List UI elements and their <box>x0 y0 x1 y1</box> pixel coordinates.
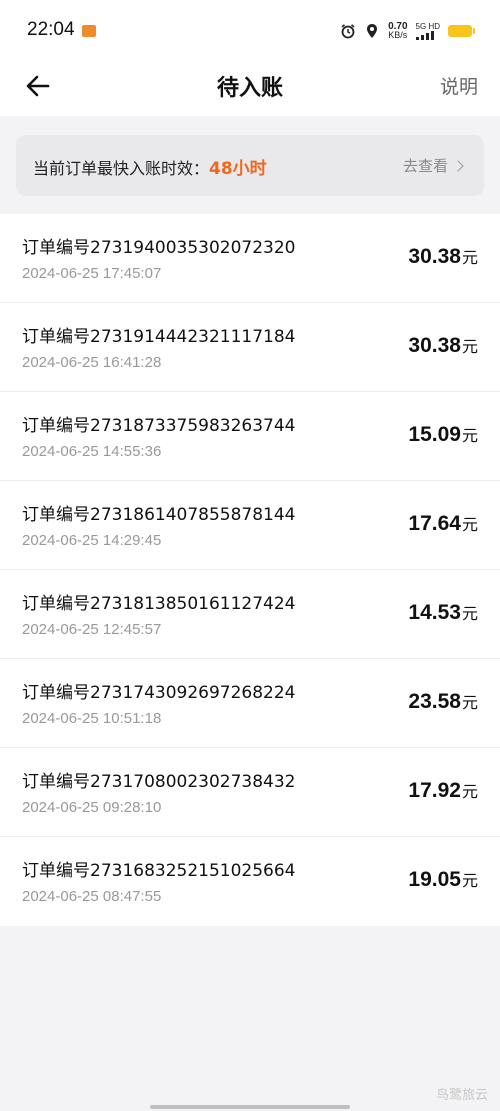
order-number: 订单编号2731743092697268224 <box>22 683 296 703</box>
amount-unit: 元 <box>461 873 478 890</box>
order-row[interactable]: 订单编号2731940035302072320 2024-06-25 17:45… <box>0 214 500 303</box>
signal-indicator: 5G HD <box>415 21 440 40</box>
battery-icon <box>448 25 475 37</box>
status-bar: 22:04 0.70 KB/s 5G HD <box>0 0 500 60</box>
amount-unit: 元 <box>461 695 478 712</box>
order-number: 订单编号2731813850161127424 <box>22 594 296 614</box>
order-time: 2024-06-25 14:55:36 <box>22 443 162 460</box>
amount-value: 23.58 <box>408 690 461 713</box>
network-speed: 0.70 KB/s <box>388 22 407 40</box>
location-icon <box>367 24 378 38</box>
order-amount: 14.53元 <box>408 600 478 625</box>
amount-unit: 元 <box>461 606 478 623</box>
amount-unit: 元 <box>461 250 478 267</box>
order-time: 2024-06-25 16:41:28 <box>22 354 162 371</box>
amount-value: 19.05 <box>408 868 461 891</box>
order-time: 2024-06-25 10:51:18 <box>22 710 162 727</box>
order-row[interactable]: 订单编号2731708002302738432 2024-06-25 09:28… <box>0 748 500 837</box>
order-amount: 30.38元 <box>408 333 478 358</box>
page-title: 待入账 <box>216 76 283 101</box>
order-amount: 17.64元 <box>408 511 478 536</box>
status-indicators: 0.70 KB/s 5G HD <box>340 20 475 42</box>
amount-unit: 元 <box>461 428 478 445</box>
notice-text: 当前订单最快入账时效：48小时 <box>33 154 267 179</box>
signal-label: 5G HD <box>415 21 440 31</box>
view-details-link[interactable]: 去查看 <box>402 155 464 176</box>
order-time: 2024-06-25 08:47:55 <box>22 888 162 905</box>
amount-value: 15.09 <box>408 423 461 446</box>
help-link[interactable]: 说明 <box>440 72 478 99</box>
home-indicator[interactable] <box>150 1105 350 1109</box>
status-time: 22:04 <box>27 19 75 40</box>
order-number: 订单编号2731708002302738432 <box>22 772 296 792</box>
order-list: 订单编号2731940035302072320 2024-06-25 17:45… <box>0 214 500 926</box>
order-time: 2024-06-25 14:29:45 <box>22 532 162 549</box>
order-time: 2024-06-25 17:45:07 <box>22 265 162 282</box>
view-details-label: 去查看 <box>402 157 448 175</box>
chevron-right-icon <box>452 160 464 172</box>
order-amount: 23.58元 <box>408 689 478 714</box>
order-number: 订单编号2731940035302072320 <box>22 238 296 258</box>
amount-unit: 元 <box>461 339 478 356</box>
settlement-notice: 当前订单最快入账时效：48小时 去查看 <box>16 135 484 196</box>
order-number: 订单编号2731861407855878144 <box>22 505 296 525</box>
order-time: 2024-06-25 12:45:57 <box>22 621 162 638</box>
amount-unit: 元 <box>461 517 478 534</box>
order-time: 2024-06-25 09:28:10 <box>22 799 162 816</box>
order-number: 订单编号2731683252151025664 <box>22 861 296 881</box>
order-row[interactable]: 订单编号2731873375983263744 2024-06-25 14:55… <box>0 392 500 481</box>
alarm-icon <box>341 24 355 39</box>
order-row[interactable]: 订单编号2731861407855878144 2024-06-25 14:29… <box>0 481 500 570</box>
notice-value: 48小时 <box>209 159 267 179</box>
amount-unit: 元 <box>461 784 478 801</box>
watermark: 鸟鹭旅云 <box>435 1088 488 1103</box>
amount-value: 30.38 <box>408 334 461 357</box>
amount-value: 14.53 <box>408 601 461 624</box>
amount-value: 17.64 <box>408 512 461 535</box>
order-row[interactable]: 订单编号2731914442321117184 2024-06-25 16:41… <box>0 303 500 392</box>
order-number: 订单编号2731873375983263744 <box>22 416 296 436</box>
order-amount: 15.09元 <box>408 422 478 447</box>
order-row[interactable]: 订单编号2731683252151025664 2024-06-25 08:47… <box>0 837 500 926</box>
signal-bars-icon <box>415 30 434 40</box>
app-notification-icon <box>82 25 96 37</box>
order-row[interactable]: 订单编号2731813850161127424 2024-06-25 12:45… <box>0 570 500 659</box>
order-amount: 30.38元 <box>408 244 478 269</box>
amount-value: 17.92 <box>408 779 461 802</box>
notice-label: 当前订单最快入账时效： <box>33 159 210 178</box>
order-amount: 19.05元 <box>408 867 478 892</box>
order-row[interactable]: 订单编号2731743092697268224 2024-06-25 10:51… <box>0 659 500 748</box>
network-speed-unit: KB/s <box>388 30 408 40</box>
order-amount: 17.92元 <box>408 778 478 803</box>
nav-bar: 待入账 说明 <box>0 60 500 116</box>
amount-value: 30.38 <box>408 245 461 268</box>
order-number: 订单编号2731914442321117184 <box>22 327 296 347</box>
